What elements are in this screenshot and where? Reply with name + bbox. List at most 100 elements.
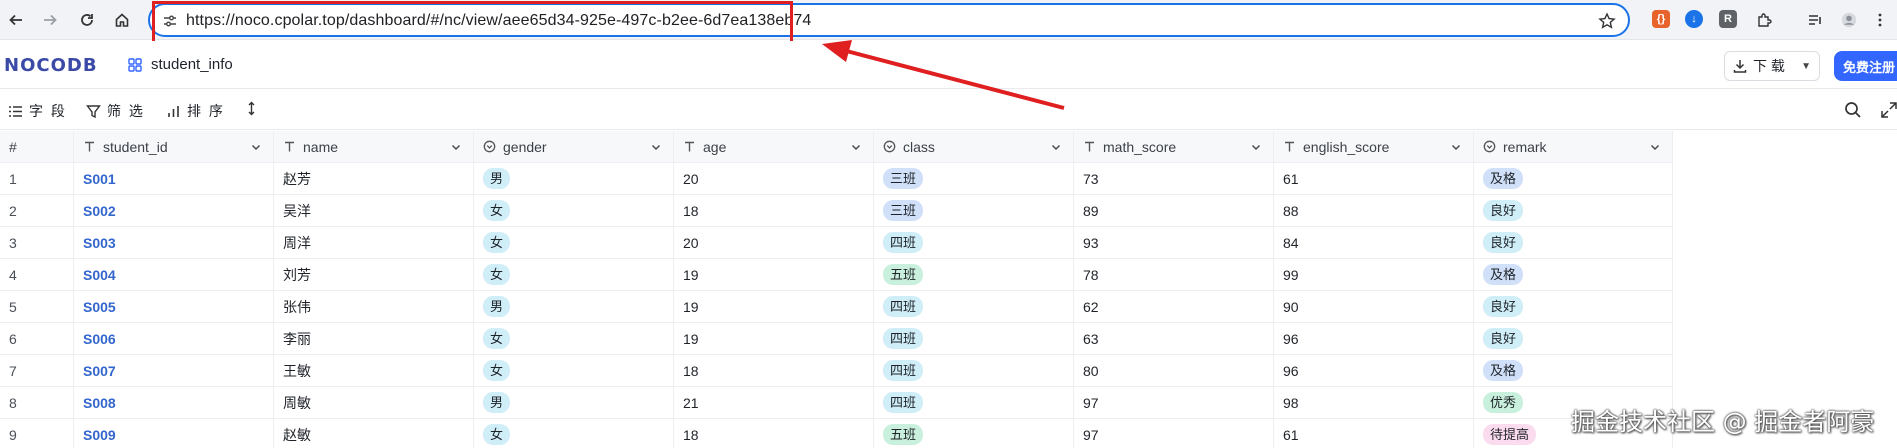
cell-remark[interactable]: 及格 (1474, 259, 1673, 291)
column-header-gender[interactable]: gender (474, 131, 674, 163)
sort-button[interactable]: 排 序 (166, 101, 225, 121)
table-row[interactable]: 3 S003 周洋 女 20 四班 93 84 良好 (0, 227, 1673, 259)
cell-english-score[interactable]: 90 (1274, 291, 1474, 323)
cell-class[interactable]: 五班 (874, 419, 1074, 448)
column-header-student-id[interactable]: student_id (74, 131, 274, 163)
table-row[interactable]: 9 S009 赵敏 女 18 五班 97 61 待提高 (0, 419, 1673, 448)
cell-gender[interactable]: 女 (474, 259, 674, 291)
cell-name[interactable]: 张伟 (274, 291, 474, 323)
cell-gender[interactable]: 男 (474, 163, 674, 195)
cell-student-id[interactable]: S001 (74, 163, 274, 195)
cell-math-score[interactable]: 80 (1074, 355, 1274, 387)
cell-student-id[interactable]: S006 (74, 323, 274, 355)
cell-student-id[interactable]: S005 (74, 291, 274, 323)
cell-remark[interactable]: 良好 (1474, 195, 1673, 227)
chevron-down-icon[interactable] (1251, 142, 1261, 152)
reading-list-button[interactable] (1803, 8, 1827, 32)
chevron-down-icon[interactable] (1650, 142, 1660, 152)
cell-n[interactable]: 1 (0, 163, 74, 195)
cell-math-score[interactable]: 93 (1074, 227, 1274, 259)
home-button[interactable] (110, 8, 134, 32)
cell-remark[interactable]: 良好 (1474, 323, 1673, 355)
cell-math-score[interactable]: 62 (1074, 291, 1274, 323)
cell-student-id[interactable]: S009 (74, 419, 274, 448)
cell-class[interactable]: 四班 (874, 227, 1074, 259)
cell-gender[interactable]: 女 (474, 419, 674, 448)
cell-math-score[interactable]: 89 (1074, 195, 1274, 227)
cell-class[interactable]: 四班 (874, 323, 1074, 355)
cell-age[interactable]: 18 (674, 355, 874, 387)
forward-button[interactable] (38, 8, 62, 32)
cell-remark[interactable]: 及格 (1474, 355, 1673, 387)
cell-n[interactable]: 6 (0, 323, 74, 355)
download-button[interactable]: 下 载 ▼ (1724, 51, 1820, 81)
cell-english-score[interactable]: 88 (1274, 195, 1474, 227)
chevron-down-icon[interactable] (251, 142, 261, 152)
column-header-row-number[interactable]: # (0, 131, 74, 163)
cell-student-id[interactable]: S008 (74, 387, 274, 419)
search-icon[interactable] (1844, 101, 1862, 119)
cell-class[interactable]: 三班 (874, 163, 1074, 195)
cell-english-score[interactable]: 96 (1274, 323, 1474, 355)
reload-button[interactable] (75, 8, 99, 32)
column-header-class[interactable]: class (874, 131, 1074, 163)
cell-n[interactable]: 4 (0, 259, 74, 291)
cell-age[interactable]: 18 (674, 419, 874, 448)
cell-math-score[interactable]: 97 (1074, 387, 1274, 419)
cell-english-score[interactable]: 99 (1274, 259, 1474, 291)
back-button[interactable] (4, 8, 28, 32)
cell-name[interactable]: 周洋 (274, 227, 474, 259)
cell-math-score[interactable]: 97 (1074, 419, 1274, 448)
extensions-button[interactable] (1752, 8, 1776, 32)
cell-name[interactable]: 周敏 (274, 387, 474, 419)
cell-age[interactable]: 19 (674, 291, 874, 323)
cell-age[interactable]: 19 (674, 259, 874, 291)
cell-english-score[interactable]: 61 (1274, 419, 1474, 448)
table-row[interactable]: 6 S006 李丽 女 19 四班 63 96 良好 (0, 323, 1673, 355)
cell-name[interactable]: 赵敏 (274, 419, 474, 448)
cell-gender[interactable]: 女 (474, 323, 674, 355)
column-header-remark[interactable]: remark (1474, 131, 1673, 163)
chevron-down-icon[interactable] (651, 142, 661, 152)
cell-class[interactable]: 四班 (874, 387, 1074, 419)
table-row[interactable]: 5 S005 张伟 男 19 四班 62 90 良好 (0, 291, 1673, 323)
cell-name[interactable]: 李丽 (274, 323, 474, 355)
cell-age[interactable]: 21 (674, 387, 874, 419)
cell-remark[interactable]: 及格 (1474, 163, 1673, 195)
cell-age[interactable]: 19 (674, 323, 874, 355)
table-row[interactable]: 4 S004 刘芳 女 19 五班 78 99 及格 (0, 259, 1673, 291)
cell-n[interactable]: 5 (0, 291, 74, 323)
cell-student-id[interactable]: S002 (74, 195, 274, 227)
cell-english-score[interactable]: 84 (1274, 227, 1474, 259)
cell-student-id[interactable]: S003 (74, 227, 274, 259)
table-row[interactable]: 2 S002 吴洋 女 18 三班 89 88 良好 (0, 195, 1673, 227)
table-row[interactable]: 1 S001 赵芳 男 20 三班 73 61 及格 (0, 163, 1673, 195)
cell-n[interactable]: 9 (0, 419, 74, 448)
browser-menu-button[interactable] (1868, 8, 1892, 32)
cell-gender[interactable]: 女 (474, 355, 674, 387)
cell-n[interactable]: 8 (0, 387, 74, 419)
cell-age[interactable]: 20 (674, 163, 874, 195)
row-height-button[interactable] (244, 101, 259, 116)
cell-math-score[interactable]: 63 (1074, 323, 1274, 355)
table-row[interactable]: 7 S007 王敏 女 18 四班 80 96 及格 (0, 355, 1673, 387)
cell-n[interactable]: 2 (0, 195, 74, 227)
cell-gender[interactable]: 男 (474, 291, 674, 323)
chevron-down-icon[interactable] (1051, 142, 1061, 152)
column-header-name[interactable]: name (274, 131, 474, 163)
cell-age[interactable]: 18 (674, 195, 874, 227)
column-header-english-score[interactable]: english_score (1274, 131, 1474, 163)
cell-n[interactable]: 3 (0, 227, 74, 259)
cell-gender[interactable]: 女 (474, 227, 674, 259)
cell-gender[interactable]: 女 (474, 195, 674, 227)
cell-class[interactable]: 五班 (874, 259, 1074, 291)
extension-download-icon[interactable]: ↓ (1685, 10, 1703, 28)
cell-class[interactable]: 三班 (874, 195, 1074, 227)
cell-remark[interactable]: 良好 (1474, 291, 1673, 323)
cell-n[interactable]: 7 (0, 355, 74, 387)
cell-english-score[interactable]: 61 (1274, 163, 1474, 195)
cell-name[interactable]: 吴洋 (274, 195, 474, 227)
cell-gender[interactable]: 男 (474, 387, 674, 419)
chevron-down-icon[interactable] (1451, 142, 1461, 152)
cell-remark[interactable]: 良好 (1474, 227, 1673, 259)
